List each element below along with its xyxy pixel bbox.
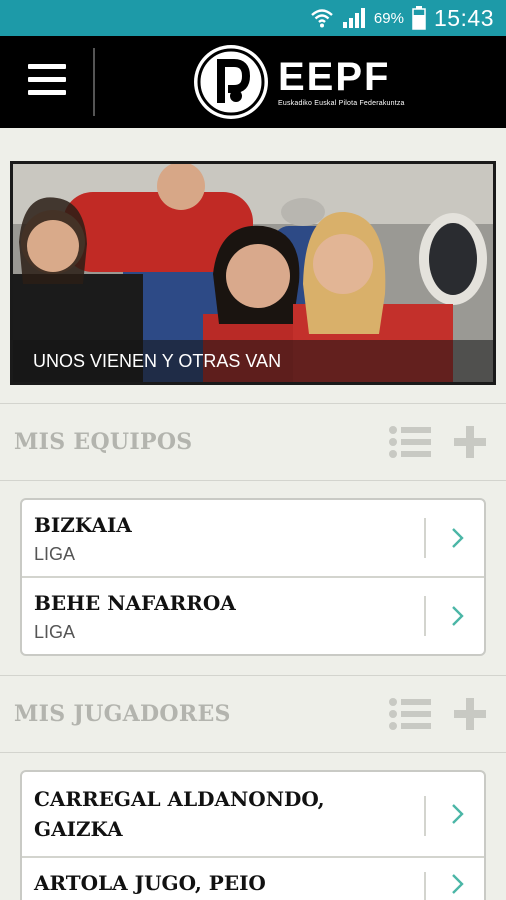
status-bar: 69% 15:43 (0, 0, 506, 36)
team-name: BEHE NAFARROA (34, 591, 236, 615)
row-separator (424, 796, 426, 836)
team-row[interactable]: BEHE NAFARROA LIGA (22, 578, 484, 654)
app-header: EEPF Euskadiko Euskal Pilota Federakuntz… (0, 36, 506, 128)
hero-caption: UNOS VIENEN Y OTRAS VAN (13, 340, 493, 382)
row-separator (424, 596, 426, 636)
plus-icon[interactable] (452, 424, 488, 460)
hero-news-card[interactable]: UNOS VIENEN Y OTRAS VAN (10, 161, 496, 385)
teams-section-header: MIS EQUIPOS (0, 403, 506, 481)
players-section-title: MIS JUGADORES (14, 701, 231, 727)
teams-section-title: MIS EQUIPOS (14, 429, 193, 455)
status-bar-right: 69% 15:43 (310, 0, 494, 36)
chevron-right-icon (452, 804, 464, 824)
logo: EEPF Euskadiko Euskal Pilota Federakuntz… (194, 44, 405, 120)
row-separator (424, 872, 426, 900)
logo-tagline: Euskadiko Euskal Pilota Federakuntza (278, 99, 405, 107)
chevron-right-icon (452, 528, 464, 548)
team-subtitle: LIGA (34, 544, 76, 564)
battery-percent: 69% (373, 9, 404, 27)
players-list: CARREGAL ALDANONDO, GAIZKA ARTOLA JUGO, … (20, 770, 486, 900)
header-divider (93, 48, 95, 116)
plus-icon[interactable] (452, 696, 488, 732)
chevron-right-icon (452, 606, 464, 626)
hamburger-menu-icon[interactable] (28, 64, 68, 100)
team-row[interactable]: BIZKAIA LIGA (22, 500, 484, 578)
logo-pelota-icon (194, 45, 268, 119)
player-row[interactable]: CARREGAL ALDANONDO, GAIZKA (22, 772, 484, 858)
teams-list: BIZKAIA LIGA BEHE NAFARROA LIGA (20, 498, 486, 656)
row-separator (424, 518, 426, 558)
list-icon[interactable] (388, 697, 432, 731)
player-row[interactable]: ARTOLA JUGO, PEIO (22, 858, 484, 900)
list-icon[interactable] (388, 425, 432, 459)
player-name: ARTOLA JUGO, PEIO (34, 871, 266, 895)
player-name: CARREGAL ALDANONDO, GAIZKA (34, 787, 325, 841)
battery-icon (412, 6, 426, 30)
signal-icon (342, 8, 365, 28)
logo-brand: EEPF (278, 54, 391, 99)
players-section-header: MIS JUGADORES (0, 675, 506, 753)
logo-text: EEPF Euskadiko Euskal Pilota Federakuntz… (278, 57, 405, 108)
team-name: BIZKAIA (34, 513, 132, 537)
wifi-icon (311, 9, 333, 28)
clock: 15:43 (433, 4, 494, 31)
chevron-right-icon (452, 874, 464, 894)
team-subtitle: LIGA (34, 622, 76, 642)
